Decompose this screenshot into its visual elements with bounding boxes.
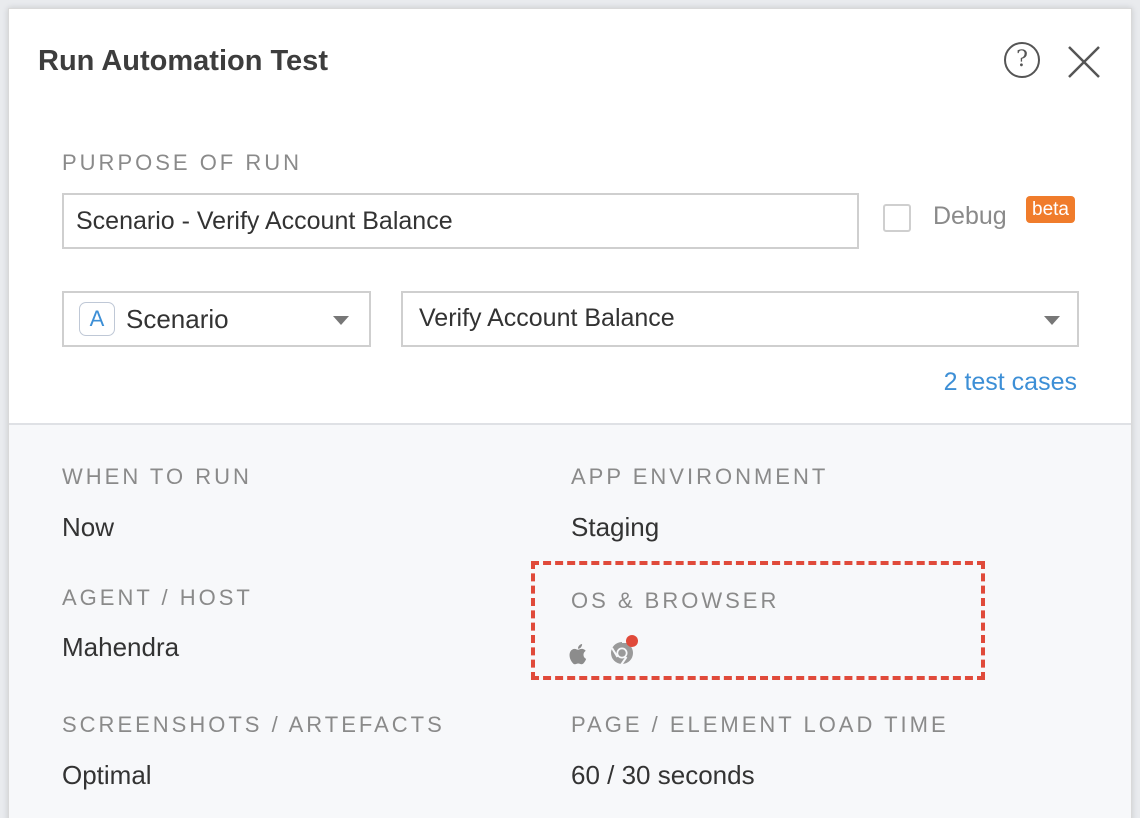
load-time-label: PAGE / ELEMENT LOAD TIME	[571, 712, 949, 737]
os-browser-label: OS & BROWSER	[571, 588, 780, 613]
help-icon[interactable]: ?	[1004, 42, 1040, 78]
app-environment-value[interactable]: Staging	[571, 512, 659, 543]
chevron-down-icon	[333, 316, 349, 325]
beta-badge: beta	[1026, 196, 1075, 223]
debug-label: Debug	[933, 202, 1007, 230]
test-cases-link[interactable]: 2 test cases	[944, 368, 1077, 397]
purpose-label: PURPOSE OF RUN	[62, 150, 303, 175]
run-automation-dialog: Run Automation Test ? PURPOSE OF RUN Deb…	[8, 8, 1132, 818]
debug-checkbox[interactable]	[883, 204, 911, 232]
status-dot	[626, 635, 638, 647]
screenshots-label: SCREENSHOTS / ARTEFACTS	[62, 712, 445, 737]
chevron-down-icon	[1044, 316, 1060, 325]
app-environment-label: APP ENVIRONMENT	[571, 464, 829, 489]
chrome-icon[interactable]	[605, 633, 639, 667]
scenario-select-value: Verify Account Balance	[419, 304, 675, 332]
scenario-select[interactable]: Verify Account Balance	[401, 291, 1079, 347]
agent-host-value[interactable]: Mahendra	[62, 632, 179, 663]
apple-icon[interactable]	[567, 641, 591, 667]
type-select-value: Scenario	[126, 304, 229, 334]
screenshots-value[interactable]: Optimal	[62, 760, 152, 791]
scenario-type-icon: A	[79, 302, 115, 336]
load-time-value[interactable]: 60 / 30 seconds	[571, 760, 755, 791]
dialog-title: Run Automation Test	[38, 45, 328, 77]
when-to-run-value[interactable]: Now	[62, 512, 114, 543]
os-browser-highlight	[531, 561, 985, 680]
when-to-run-label: WHEN TO RUN	[62, 464, 252, 489]
type-select[interactable]: A Scenario	[62, 291, 371, 347]
agent-host-label: AGENT / HOST	[62, 585, 253, 610]
close-icon[interactable]	[1065, 43, 1103, 81]
purpose-input[interactable]	[62, 193, 859, 249]
